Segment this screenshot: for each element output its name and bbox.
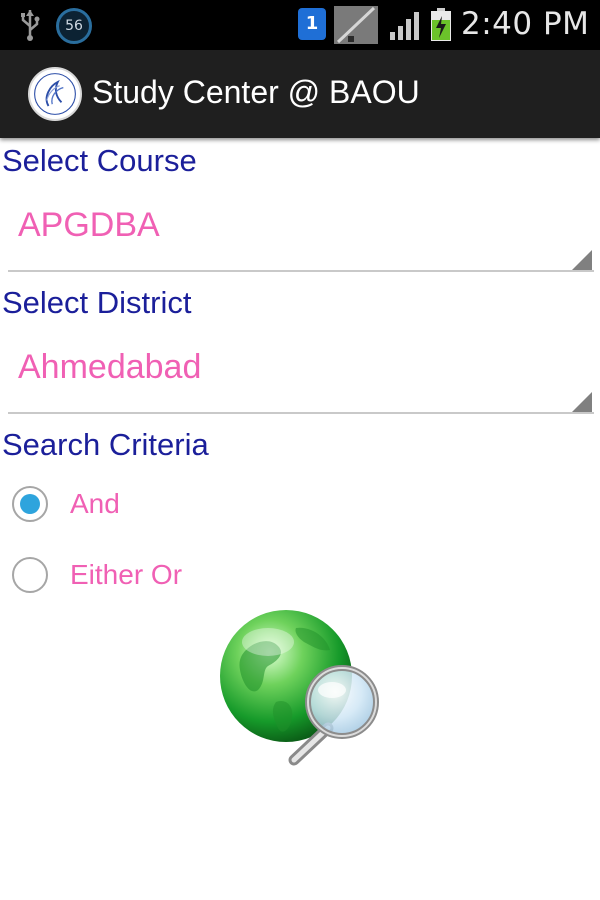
course-label: Select Course [2, 143, 197, 178]
app-logo-icon[interactable] [28, 67, 82, 121]
action-bar: Study Center @ BAOU [0, 50, 600, 138]
course-spinner[interactable]: APGDBA [8, 196, 594, 272]
dropdown-arrow-icon [572, 392, 592, 412]
radio-button-checked[interactable] [12, 486, 48, 522]
app-title: Study Center @ BAOU [92, 74, 420, 110]
course-spinner-underline [8, 270, 594, 272]
usb-icon [21, 10, 40, 41]
radio-label: Either Or [70, 559, 183, 590]
criteria-label: Search Criteria [2, 427, 209, 462]
signal-icon [390, 12, 419, 40]
update-badge-icon: 56 [56, 8, 92, 44]
course-selected-value: APGDBA [18, 206, 160, 244]
no-signal-icon [334, 6, 378, 44]
district-label: Select District [2, 285, 192, 320]
district-selected-value: Ahmedabad [18, 348, 202, 386]
radio-button-unchecked[interactable] [12, 557, 48, 593]
status-clock: 2:40 PM [461, 6, 590, 42]
district-spinner[interactable]: Ahmedabad [8, 338, 594, 414]
district-spinner-underline [8, 412, 594, 414]
screen: 56 1 2:40 PM Study Center @ BAOU Select … [0, 0, 600, 900]
radio-either-or[interactable]: Either Or [12, 553, 412, 599]
battery-charging-icon [431, 8, 451, 41]
radio-and[interactable]: And [12, 482, 412, 528]
radio-label: And [70, 488, 120, 519]
dropdown-arrow-icon [572, 250, 592, 270]
globe-search-icon[interactable] [216, 610, 384, 772]
notification-icon: 1 [298, 8, 326, 40]
status-bar: 56 1 2:40 PM [0, 0, 600, 50]
